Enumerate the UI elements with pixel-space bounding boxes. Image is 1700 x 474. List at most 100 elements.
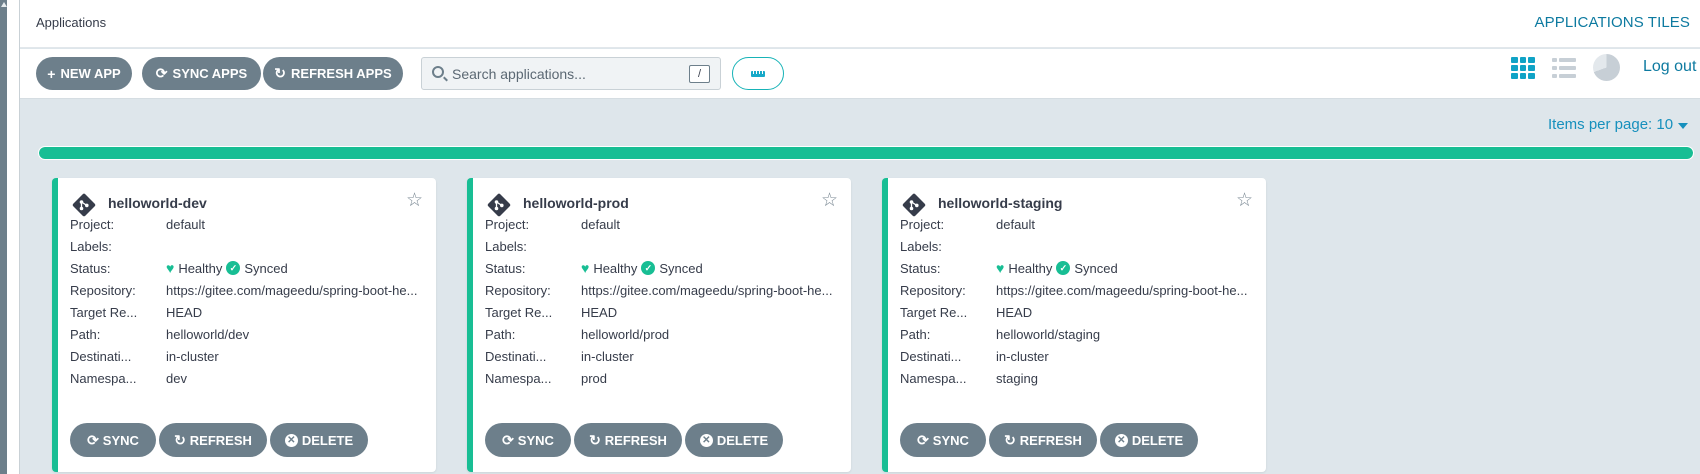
refresh-button[interactable]: ↻ REFRESH	[989, 423, 1097, 457]
new-app-label: NEW APP	[60, 66, 121, 81]
refresh-apps-button[interactable]: ↻ REFRESH APPS	[263, 57, 403, 90]
check-circle-icon: ✓	[641, 261, 656, 275]
project-value: default	[166, 216, 206, 232]
app-card[interactable]: helloworld-staging ☆ Project: default Lab…	[882, 178, 1266, 472]
check-circle-icon: ✓	[1056, 261, 1071, 275]
favorite-star-icon[interactable]: ☆	[406, 191, 423, 210]
sync-label: SYNC	[932, 432, 969, 448]
delete-button[interactable]: ✕ DELETE	[270, 423, 368, 457]
namespace-value: dev	[166, 370, 187, 386]
project-value: default	[996, 216, 1036, 232]
destination-value: in-cluster	[581, 348, 634, 364]
app-name[interactable]: helloworld-dev	[108, 195, 207, 211]
path-label: Path:	[485, 326, 516, 342]
refresh-button[interactable]: ↻ REFRESH	[159, 423, 267, 457]
sync-icon: ⟳	[502, 431, 514, 448]
logout-link[interactable]: Log out	[1643, 58, 1696, 76]
sync-icon: ⟳	[155, 65, 168, 81]
app-card[interactable]: helloworld-prod ☆ Project: default Labels…	[467, 178, 851, 472]
repository-label: Repository:	[70, 282, 136, 298]
refresh-label: REFRESH	[1019, 432, 1082, 448]
refresh-icon: ↻	[589, 431, 601, 448]
namespace-value: staging	[996, 370, 1038, 386]
sync-status: Synced	[244, 260, 288, 276]
refresh-button[interactable]: ↻ REFRESH	[574, 423, 682, 457]
refresh-icon: ↻	[1004, 431, 1016, 448]
path-label: Path:	[70, 326, 101, 342]
labels-label: Labels:	[485, 238, 527, 254]
target-revision-value: HEAD	[166, 304, 203, 320]
sync-icon: ⟳	[87, 431, 99, 448]
delete-label: DELETE	[716, 432, 769, 448]
new-app-button[interactable]: + NEW APP	[36, 57, 132, 90]
target-revision-value: HEAD	[996, 304, 1033, 320]
caret-down-icon	[1678, 122, 1689, 129]
plus-icon: +	[47, 65, 56, 82]
path-label: Path:	[900, 326, 931, 342]
search-shortcut-hint: /	[689, 65, 710, 83]
app-card[interactable]: helloworld-dev ☆ Project: default Labels:…	[52, 178, 436, 472]
delete-button[interactable]: ✕ DELETE	[1100, 423, 1198, 457]
search-input[interactable]	[452, 63, 672, 85]
namespace-value: prod	[581, 370, 608, 386]
sync-label: SYNC	[517, 432, 554, 448]
favorite-star-icon[interactable]: ☆	[1236, 191, 1253, 210]
heart-icon: ♥	[996, 260, 1005, 276]
namespace-label: Namespa...	[485, 370, 552, 386]
list-view-icon[interactable]	[1552, 58, 1576, 79]
labels-label: Labels:	[900, 238, 942, 254]
search-icon	[432, 66, 444, 78]
top-bar: Applications APPLICATIONS TILES	[20, 0, 1700, 48]
heart-icon: ♥	[166, 260, 175, 276]
filters-button[interactable]	[732, 57, 784, 90]
summary-view-icon[interactable]	[1593, 54, 1620, 81]
repository-label: Repository:	[485, 282, 551, 298]
close-circle-icon: ✕	[699, 433, 713, 447]
namespace-label: Namespa...	[900, 370, 967, 386]
project-label: Project:	[70, 216, 115, 232]
refresh-label: REFRESH	[604, 432, 667, 448]
status-value: ♥ Healthy ✓ Synced	[581, 260, 841, 276]
status-value: ♥ Healthy ✓ Synced	[166, 260, 426, 276]
delete-label: DELETE	[301, 432, 354, 448]
destination-label: Destinati...	[70, 348, 132, 364]
view-title: APPLICATIONS TILES	[1534, 14, 1690, 31]
namespace-label: Namespa...	[70, 370, 137, 386]
path-value: helloworld/staging	[996, 326, 1101, 342]
status-value: ♥ Healthy ✓ Synced	[996, 260, 1256, 276]
status-label: Status:	[485, 260, 526, 276]
path-value: helloworld/dev	[166, 326, 250, 342]
items-per-page-dropdown[interactable]: Items per page: 10	[1548, 116, 1689, 133]
health-status: Healthy	[593, 260, 638, 276]
sync-apps-button[interactable]: ⟳ SYNC APPS	[142, 57, 261, 90]
sync-status: Synced	[1074, 260, 1118, 276]
scrollbar-track[interactable]	[0, 0, 7, 474]
repository-value: https://gitee.com/mageedu/spring-boot-he…	[996, 282, 1248, 298]
sync-button[interactable]: ⟳ SYNC	[485, 423, 571, 457]
items-per-page-label: Items per page: 10	[1548, 116, 1674, 133]
repository-value: https://gitee.com/mageedu/spring-boot-he…	[581, 282, 833, 298]
status-label: Status:	[900, 260, 941, 276]
project-value: default	[581, 216, 621, 232]
sync-button[interactable]: ⟳ SYNC	[70, 423, 156, 457]
favorite-star-icon[interactable]: ☆	[821, 191, 838, 210]
health-progress-bar	[38, 146, 1694, 160]
app-name[interactable]: helloworld-prod	[523, 195, 629, 211]
app-name[interactable]: helloworld-staging	[938, 195, 1062, 211]
destination-label: Destinati...	[485, 348, 547, 364]
tiles-view-icon[interactable]	[1511, 57, 1535, 79]
ruler-icon	[751, 70, 765, 77]
left-scrollbar[interactable]	[0, 0, 20, 474]
refresh-apps-label: REFRESH APPS	[291, 66, 392, 81]
sync-button[interactable]: ⟳ SYNC	[900, 423, 986, 457]
check-circle-icon: ✓	[226, 261, 241, 275]
search-box: /	[421, 57, 721, 90]
sync-status: Synced	[659, 260, 703, 276]
target-revision-label: Target Re...	[70, 304, 138, 320]
health-status: Healthy	[1008, 260, 1053, 276]
health-status: Healthy	[178, 260, 223, 276]
delete-button[interactable]: ✕ DELETE	[685, 423, 783, 457]
destination-value: in-cluster	[996, 348, 1049, 364]
scroll-up-icon[interactable]	[1, 2, 7, 7]
project-label: Project:	[485, 216, 530, 232]
